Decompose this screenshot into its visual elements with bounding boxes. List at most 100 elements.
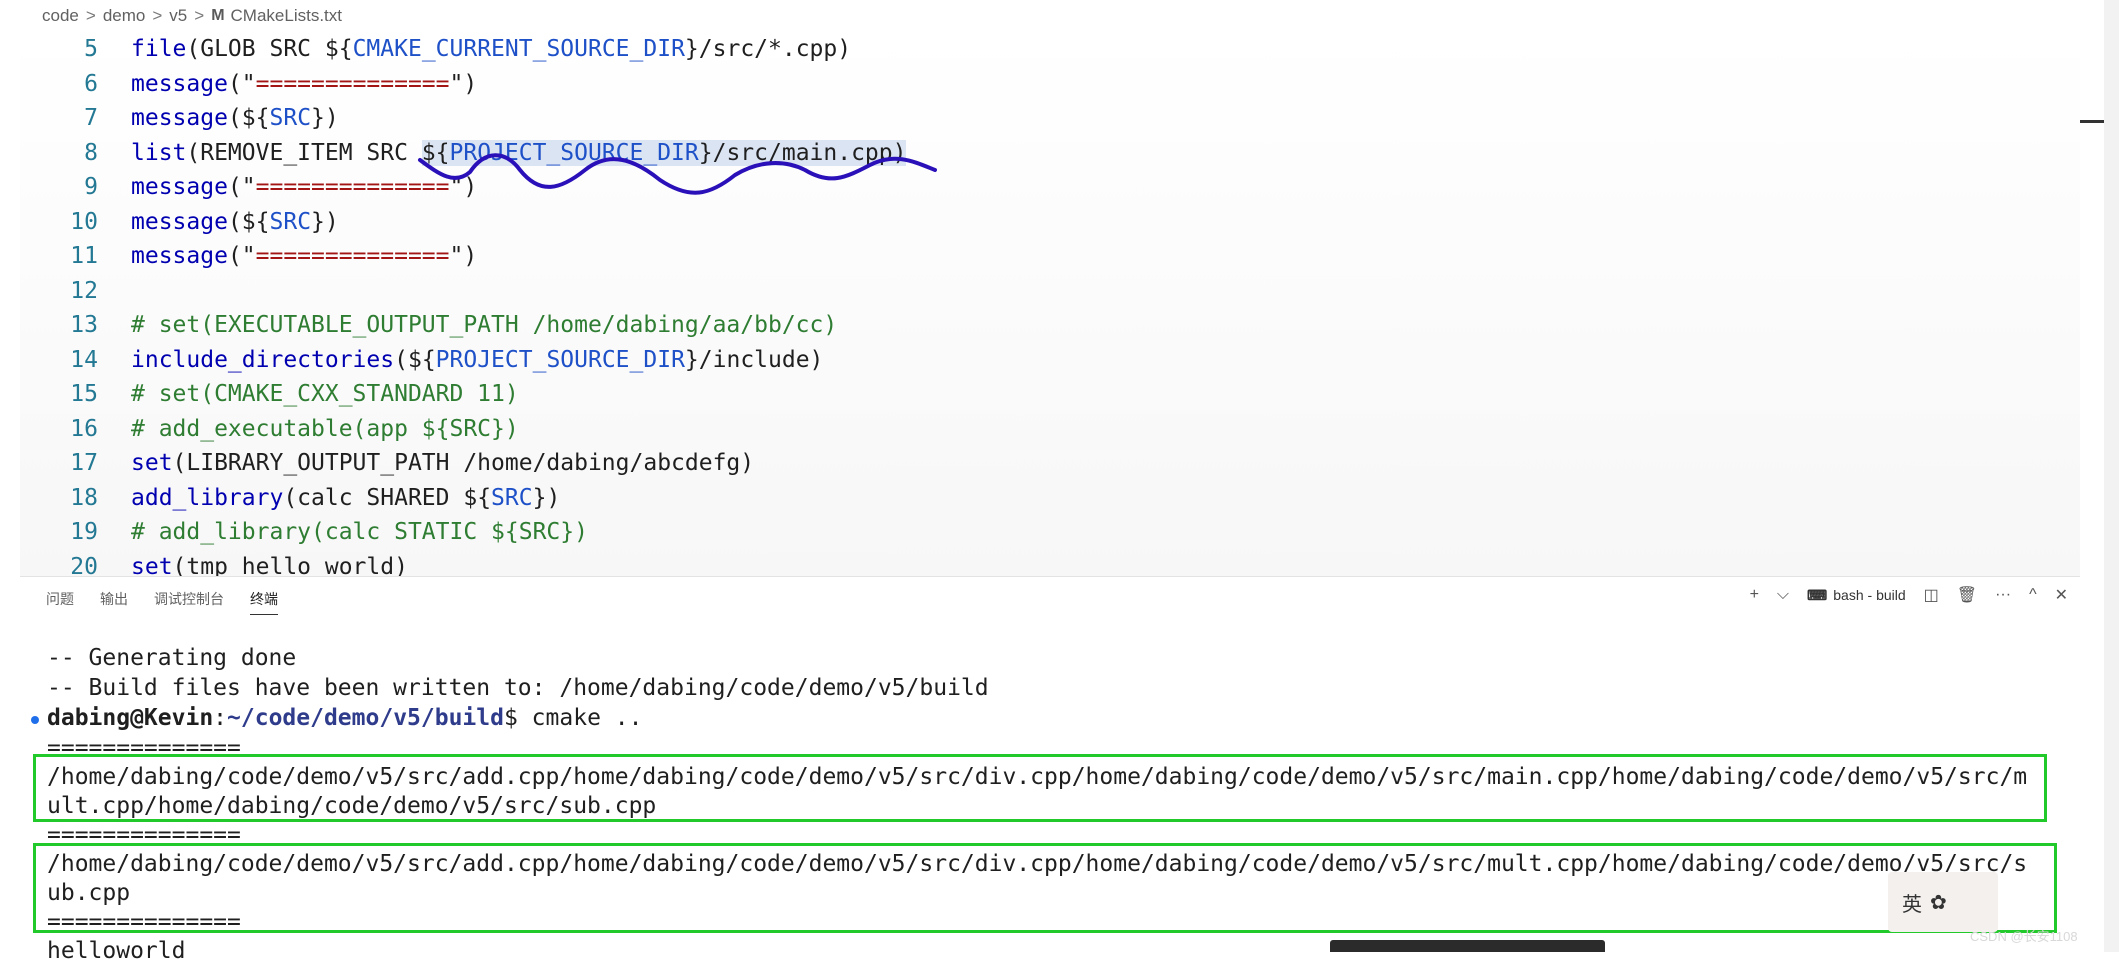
code-token: /include) [698, 346, 824, 373]
code-token: file [131, 36, 187, 62]
line-number: 7 [84, 105, 98, 131]
code-text: message("==============") [131, 67, 477, 102]
code-token: (tmp hello world) [172, 553, 408, 577]
overlay-strip [1330, 940, 1605, 952]
breadcrumb-item-demo[interactable]: demo [103, 6, 146, 26]
code-token: ============== [255, 174, 450, 200]
code-text: add_library(calc SHARED ${SRC}) [131, 481, 560, 516]
ime-indicator[interactable]: 英 ✿ [1888, 872, 1998, 932]
chevron-right-icon: > [152, 6, 163, 25]
code-token: (" [227, 70, 256, 97]
code-token: (calc SHARED [283, 484, 464, 511]
code-line[interactable]: 15 # set(CMAKE_CXX_STANDARD 11) [20, 377, 2080, 412]
code-text: # set(CMAKE_CXX_STANDARD 11) [131, 377, 519, 412]
code-text: message("==============") [131, 170, 477, 205]
code-line[interactable]: 20 set(tmp hello world) [20, 550, 2080, 577]
code-line[interactable]: 13 # set(EXECUTABLE_OUTPUT_PATH /home/dab… [20, 308, 2080, 343]
code-token: } [311, 105, 325, 131]
code-token: PROJECT_SOURCE_DIR [435, 346, 685, 373]
prompt-path: ~/code/demo/v5/build [227, 705, 504, 731]
prompt-status-dot [31, 716, 39, 724]
code-token: message [131, 243, 228, 269]
code-token: ${ [463, 484, 492, 511]
code-token: } [684, 346, 699, 373]
code-line[interactable]: 10 message(${SRC}) [20, 205, 2080, 240]
code-token: SRC [269, 105, 312, 131]
code-line[interactable]: 11 message("==============") [20, 239, 2080, 274]
code-token: ${ [241, 105, 270, 131]
code-text: file(GLOB SRC ${CMAKE_CURRENT_SOURCE_DIR… [131, 32, 851, 67]
code-token: } [532, 484, 547, 511]
line-number: 12 [70, 277, 98, 304]
code-text: set(tmp hello world) [131, 550, 408, 577]
code-line[interactable]: 17 set(LIBRARY_OUTPUT_PATH /home/dabing/a… [20, 446, 2080, 481]
window-edge [2104, 0, 2119, 952]
ime-mascot-icon: ✿ [1930, 891, 1947, 914]
code-token: ${ [421, 139, 450, 166]
breadcrumb-item-v5[interactable]: v5 [169, 6, 187, 26]
code-token: ) [324, 208, 339, 235]
code-text: message("==============") [131, 239, 477, 274]
line-number: 16 [70, 415, 98, 442]
terminal-line: -- Build files have been written to: /ho… [47, 675, 989, 701]
breadcrumb-item-code[interactable]: code [42, 6, 79, 26]
code-token: ${ [324, 36, 353, 62]
code-token: ") [449, 70, 478, 97]
code-line[interactable]: 12 [20, 274, 2080, 309]
watermark: CSDN @长安1108 [1970, 929, 2078, 944]
code-line[interactable]: 9 message("==============") [20, 170, 2080, 205]
line-number: 6 [84, 70, 98, 97]
code-editor[interactable]: 5 file(GLOB SRC ${CMAKE_CURRENT_SOURCE_DI… [20, 32, 2080, 576]
code-token: message [131, 174, 228, 200]
code-token: } [311, 208, 325, 235]
code-line[interactable]: 18 add_library(calc SHARED ${SRC}) [20, 481, 2080, 516]
line-number: 9 [84, 174, 98, 200]
code-line[interactable]: 6 message("==============") [20, 67, 2080, 102]
prompt-user: dabing@Kevin [47, 705, 214, 731]
prompt-colon: : [213, 705, 228, 731]
code-token: (REMOVE_ITEM SRC [186, 139, 422, 166]
code-token: # add_executable(app ${SRC}) [131, 415, 519, 442]
breadcrumb-file[interactable]: CMakeLists.txt [231, 6, 342, 26]
code-line[interactable]: 19 # add_library(calc STATIC ${SRC}) [20, 515, 2080, 550]
line-number: 11 [70, 243, 98, 269]
code-token: SRC [269, 208, 312, 235]
code-token: PROJECT_SOURCE_DIR [449, 139, 699, 166]
line-number: 18 [70, 484, 98, 511]
terminal-prompt: dabing@Kevin:~/code/demo/v5/build$ cmake… [47, 703, 642, 733]
code-token: include_directories [131, 346, 395, 373]
ime-label: 英 [1902, 893, 1922, 916]
code-token: # set(CMAKE_CXX_STANDARD 11) [131, 381, 519, 407]
code-line[interactable]: 16 # add_executable(app ${SRC}) [20, 412, 2080, 447]
scrollbar-marker [2080, 120, 2104, 123]
chevron-right-icon: > [194, 6, 205, 25]
code-token: ${ [241, 208, 270, 235]
code-line[interactable]: 7 message(${SRC}) [20, 101, 2080, 136]
code-token: # set(EXECUTABLE_OUTPUT_PATH /home/dabin… [131, 312, 838, 338]
code-token: message [131, 70, 228, 97]
code-text: message(${SRC}) [131, 205, 339, 240]
code-token: add_library [131, 484, 284, 511]
code-text: # set(EXECUTABLE_OUTPUT_PATH /home/dabin… [131, 308, 837, 343]
line-number: 15 [70, 381, 98, 407]
code-token: SRC [491, 484, 533, 511]
code-line[interactable]: 8 list(REMOVE_ITEM SRC ${PROJECT_SOURCE_D… [20, 136, 2080, 171]
code-token: set [131, 553, 173, 577]
code-token: message [131, 208, 228, 235]
code-token: ============== [255, 243, 450, 269]
code-token: ( [227, 208, 242, 235]
code-line[interactable]: 14 include_directories(${PROJECT_SOURCE_D… [20, 343, 2080, 378]
code-token: message [131, 105, 228, 131]
code-token: (LIBRARY_OUTPUT_PATH /home/dabing/abcdef… [172, 450, 755, 476]
line-number: 8 [84, 139, 98, 166]
annotation-box-output-1 [33, 754, 2047, 822]
line-number: 5 [84, 36, 98, 62]
terminal-line: helloworld [47, 938, 186, 964]
code-text: list(REMOVE_ITEM SRC ${PROJECT_SOURCE_DI… [131, 136, 907, 171]
code-text: include_directories(${PROJECT_SOURCE_DIR… [131, 343, 823, 378]
code-line[interactable]: 5 file(GLOB SRC ${CMAKE_CURRENT_SOURCE_DI… [20, 32, 2080, 67]
code-text: set(LIBRARY_OUTPUT_PATH /home/dabing/abc… [131, 446, 754, 481]
annotation-box-output-2 [33, 843, 2057, 933]
code-token: set [131, 450, 173, 476]
code-token: # add_library(calc STATIC ${SRC}) [131, 519, 588, 545]
